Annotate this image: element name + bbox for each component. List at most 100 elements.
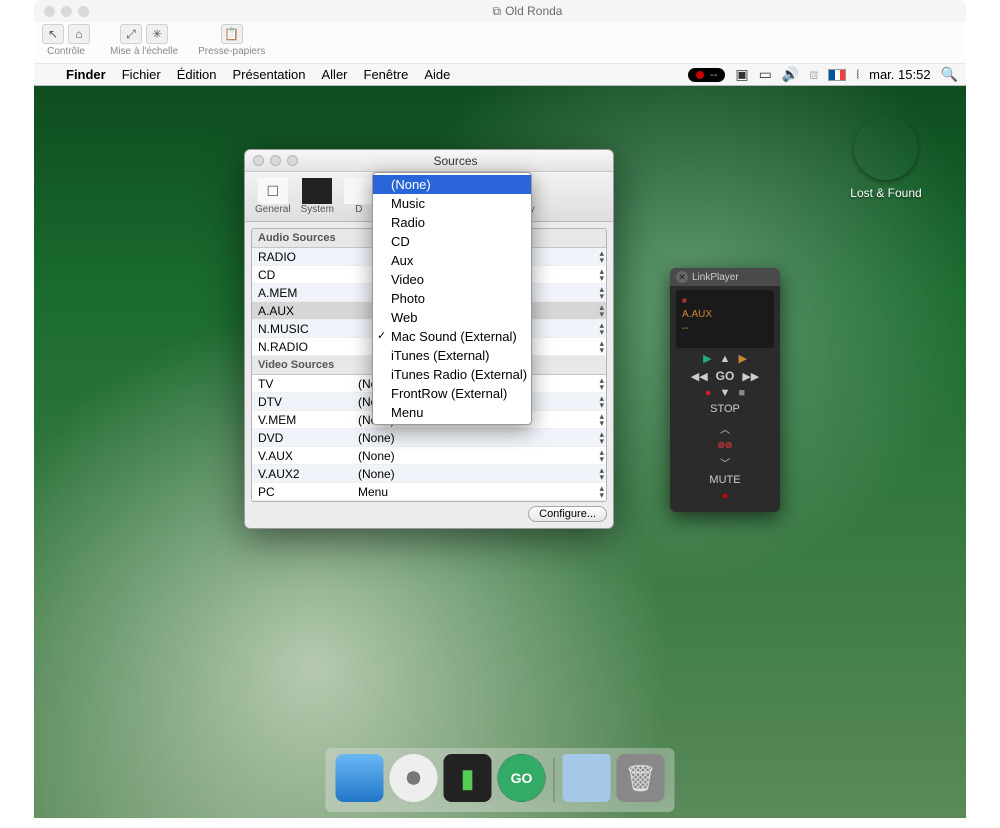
- dropdown-item-none[interactable]: (None): [373, 175, 531, 194]
- sources-titlebar[interactable]: Sources: [245, 150, 613, 172]
- volume-icon[interactable]: 🔊: [782, 66, 799, 83]
- tab-general[interactable]: ☐General: [251, 176, 295, 217]
- dock-folder[interactable]: [563, 754, 611, 802]
- stepper-icon[interactable]: ▴▾: [599, 395, 604, 409]
- menu-fichier[interactable]: Fichier: [114, 67, 169, 82]
- go-button[interactable]: GO: [716, 369, 735, 383]
- zoom-icon[interactable]: [287, 155, 298, 166]
- wifi-icon[interactable]: ⧙: [856, 66, 859, 83]
- table-row: V.AUX2(None)▴▾: [252, 465, 606, 483]
- stepper-icon[interactable]: ▴▾: [599, 467, 604, 481]
- tb-group-scale[interactable]: ⤢✳ Mise à l'échelle: [110, 24, 178, 57]
- stop-square-icon[interactable]: ■: [738, 387, 745, 399]
- fit-icon[interactable]: ⤢: [120, 24, 142, 44]
- source-dropdown-menu[interactable]: (None) Music Radio CD Aux Video Photo We…: [372, 172, 532, 425]
- stepper-icon[interactable]: ▴▾: [599, 322, 604, 336]
- rewind-icon[interactable]: ◀◀: [691, 370, 708, 383]
- stepper-icon[interactable]: ▴▾: [599, 431, 604, 445]
- menu-aide[interactable]: Aide: [416, 67, 458, 82]
- chevron-down-icon[interactable]: ▼: [720, 387, 731, 399]
- stepper-icon[interactable]: ▴▾: [599, 268, 604, 282]
- cd-disc-icon: [854, 116, 918, 180]
- source-select[interactable]: (None)▴▾: [352, 449, 606, 463]
- minimize-icon[interactable]: [61, 6, 72, 17]
- triangle-right-icon[interactable]: ▶: [738, 352, 746, 365]
- dropdown-item-music[interactable]: Music: [373, 194, 531, 213]
- desktop-cd-item[interactable]: Lost & Found: [846, 116, 926, 200]
- tab-system[interactable]: System: [297, 176, 338, 217]
- dropdown-item-video[interactable]: Video: [373, 270, 531, 289]
- mute-button[interactable]: MUTE: [709, 474, 740, 486]
- dock-remote-icon[interactable]: ▮: [444, 754, 492, 802]
- dock-cd-icon[interactable]: [390, 754, 438, 802]
- observe-icon[interactable]: ⌂: [68, 24, 90, 44]
- dropdown-item-macsound[interactable]: Mac Sound (External): [373, 327, 531, 346]
- spotlight-icon[interactable]: 🔍: [941, 66, 958, 83]
- menu-fenetre[interactable]: Fenêtre: [356, 67, 417, 82]
- dropdown-item-itunesradio[interactable]: iTunes Radio (External): [373, 365, 531, 384]
- stepper-icon[interactable]: ▴▾: [599, 286, 604, 300]
- dropdown-item-photo[interactable]: Photo: [373, 289, 531, 308]
- vnc-toolbar: ↖⌂ Contrôle ⤢✳ Mise à l'échelle 📋 Presse…: [34, 22, 966, 64]
- dropdown-item-radio[interactable]: Radio: [373, 213, 531, 232]
- stepper-icon[interactable]: ▴▾: [599, 340, 604, 354]
- menu-aller[interactable]: Aller: [314, 67, 356, 82]
- volume-up-icon[interactable]: ︿: [720, 421, 730, 436]
- close-icon[interactable]: [44, 6, 55, 17]
- recording-indicator[interactable]: --: [688, 68, 725, 82]
- bluetooth-icon[interactable]: ⧈: [809, 66, 818, 83]
- record-dot-icon[interactable]: ●: [722, 490, 729, 502]
- dock-separator: [554, 758, 555, 802]
- stepper-icon[interactable]: ▴▾: [599, 413, 604, 427]
- configure-button[interactable]: Configure...: [528, 506, 607, 522]
- sources-window-title: Sources: [298, 154, 613, 168]
- stepper-icon[interactable]: ▴▾: [599, 304, 604, 318]
- stepper-icon[interactable]: ▴▾: [599, 377, 604, 391]
- chevron-up-icon[interactable]: ▲: [720, 353, 731, 365]
- vnc-window-title: ⧉ Old Ronda: [89, 4, 966, 19]
- menu-edition[interactable]: Édition: [169, 67, 225, 82]
- stepper-icon[interactable]: ▴▾: [599, 250, 604, 264]
- actual-icon[interactable]: ✳: [146, 24, 168, 44]
- dropdown-item-menu[interactable]: Menu: [373, 403, 531, 422]
- dock-trash[interactable]: 🗑: [617, 754, 665, 802]
- minimize-icon[interactable]: [270, 155, 281, 166]
- forward-icon[interactable]: ▶▶: [742, 370, 759, 383]
- dropdown-item-cd[interactable]: CD: [373, 232, 531, 251]
- vnc-traffic-lights[interactable]: [44, 6, 89, 17]
- dock-finder[interactable]: [336, 754, 384, 802]
- close-icon[interactable]: [253, 155, 264, 166]
- display-icon[interactable]: ▣: [735, 66, 748, 83]
- source-select[interactable]: Menu▴▾: [352, 485, 606, 499]
- source-select[interactable]: (None)▴▾: [352, 431, 606, 445]
- stop-button[interactable]: STOP: [670, 403, 780, 415]
- cursor-icon[interactable]: ↖: [42, 24, 64, 44]
- clipboard-icon[interactable]: 📋: [221, 24, 243, 44]
- stepper-icon[interactable]: ▴▾: [599, 485, 604, 499]
- link-icon[interactable]: ⊘⊘: [717, 440, 732, 451]
- triangle-left-icon[interactable]: ▶: [703, 352, 711, 365]
- input-source-flag[interactable]: [828, 69, 846, 81]
- stepper-icon[interactable]: ▴▾: [599, 449, 604, 463]
- source-select[interactable]: (None)▴▾: [352, 467, 606, 481]
- linkplayer-widget[interactable]: ✕ LinkPlayer ■ A.AUX -- ▶ ▲ ▶ ◀◀ GO ▶▶ ●…: [670, 268, 780, 512]
- dropdown-item-web[interactable]: Web: [373, 308, 531, 327]
- macos-menubar: Finder Fichier Édition Présentation Alle…: [34, 64, 966, 86]
- linkplayer-titlebar[interactable]: ✕ LinkPlayer: [670, 268, 780, 286]
- menubar-app-name[interactable]: Finder: [58, 67, 114, 82]
- menu-presentation[interactable]: Présentation: [225, 67, 314, 82]
- screen-icon: ⧉: [493, 4, 502, 19]
- dropdown-item-frontrow[interactable]: FrontRow (External): [373, 384, 531, 403]
- desktop-cd-label: Lost & Found: [846, 186, 926, 200]
- dock-go-icon[interactable]: GO: [498, 754, 546, 802]
- zoom-icon[interactable]: [78, 6, 89, 17]
- tb-group-clipboard[interactable]: 📋 Presse-papiers: [198, 24, 265, 57]
- volume-down-icon[interactable]: ﹀: [720, 455, 730, 470]
- menubar-clock[interactable]: mar. 15:52: [869, 67, 930, 82]
- close-icon[interactable]: ✕: [676, 271, 688, 283]
- record-icon[interactable]: ●: [705, 387, 712, 399]
- dropdown-item-aux[interactable]: Aux: [373, 251, 531, 270]
- fullscreen-icon[interactable]: ▭: [759, 66, 772, 83]
- tb-group-controle[interactable]: ↖⌂ Contrôle: [42, 24, 90, 57]
- dropdown-item-itunes[interactable]: iTunes (External): [373, 346, 531, 365]
